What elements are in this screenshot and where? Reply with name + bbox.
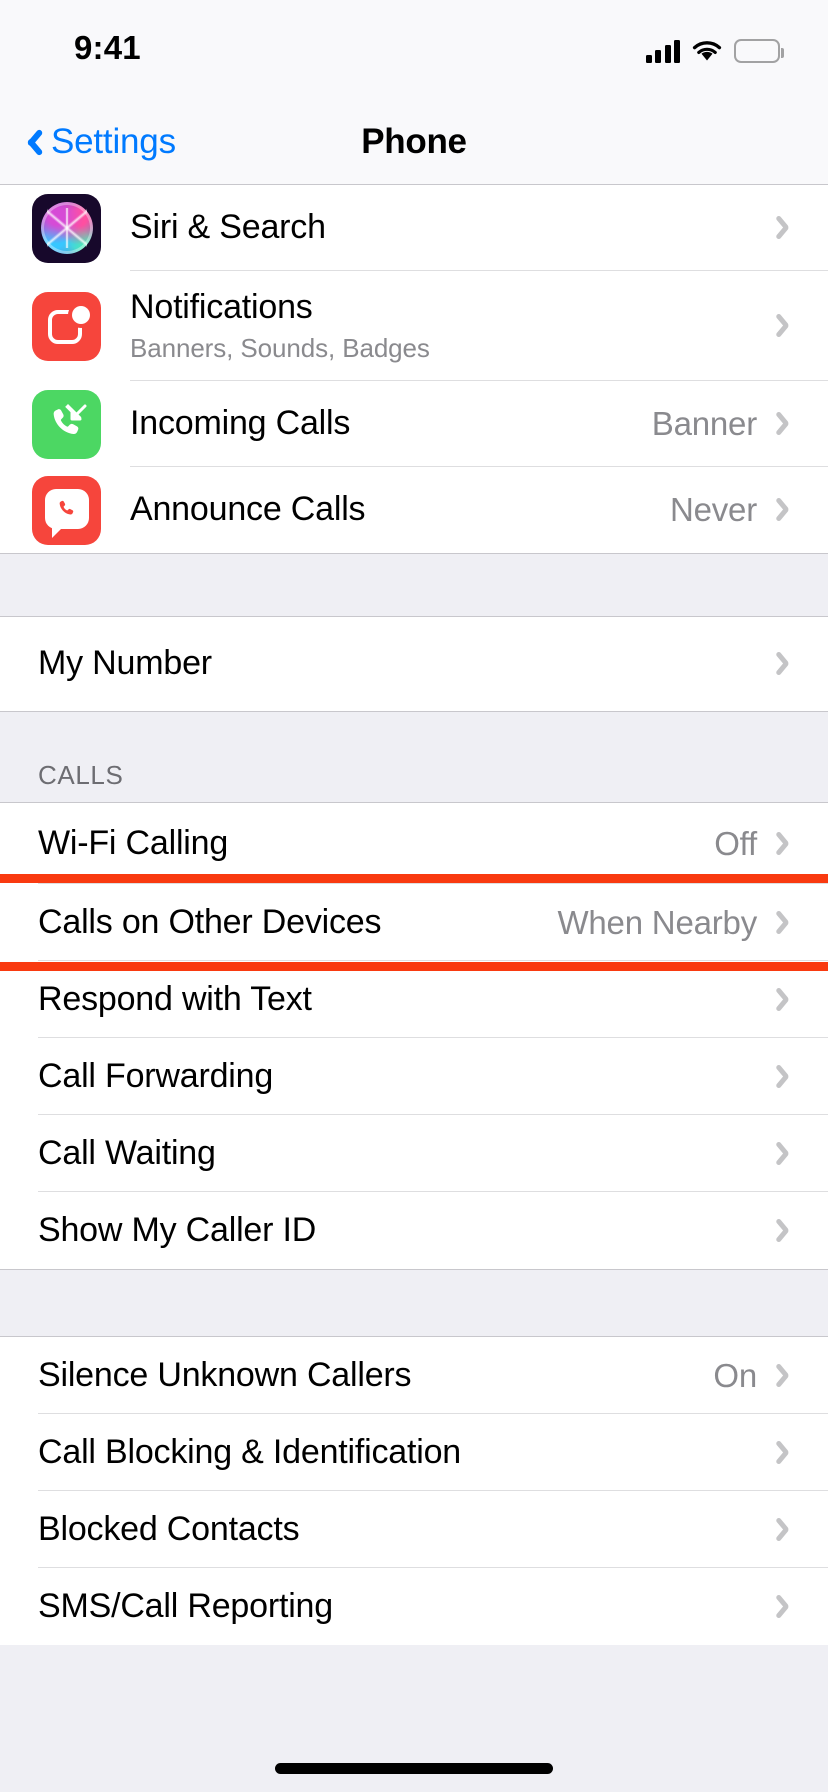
chevron-right-icon: [779, 1216, 796, 1246]
settings-row-call-waiting[interactable]: Call Waiting: [0, 1115, 828, 1192]
settings-row-sms-call-reporting[interactable]: SMS/Call Reporting: [0, 1568, 828, 1645]
settings-row-label: Call Forwarding: [38, 1056, 274, 1095]
settings-row-calls-on-other-devices[interactable]: Calls on Other Devices When Nearby: [0, 884, 828, 961]
settings-row-value: Never: [669, 491, 757, 528]
chevron-right-icon: [779, 1592, 796, 1622]
chevron-right-icon: [779, 1062, 796, 1092]
chevron-right-icon: [779, 1438, 796, 1468]
battery-icon: [734, 39, 784, 63]
settings-row-label: Siri & Search: [130, 208, 326, 247]
settings-row-announce-calls[interactable]: Announce Calls Never: [0, 467, 828, 553]
settings-row-value: Banner: [651, 405, 757, 442]
settings-list: Siri & Search Notifications Banners, Sou…: [0, 185, 828, 1645]
chevron-right-icon: [779, 213, 796, 243]
settings-row-silence-unknown-callers[interactable]: Silence Unknown Callers On: [0, 1337, 828, 1414]
status-bar-indicators: [645, 33, 784, 63]
notifications-icon: [32, 291, 101, 361]
settings-row-value: Off: [714, 824, 757, 862]
settings-row-label: Respond with Text: [38, 979, 312, 1018]
chevron-right-icon: [779, 985, 796, 1015]
row-text-stack: Notifications Banners, Sounds, Badges: [130, 288, 779, 364]
siri-icon: [32, 193, 101, 263]
group-spacer: [0, 553, 828, 617]
status-bar: 9:41: [0, 0, 828, 98]
settings-row-label: My Number: [38, 644, 212, 683]
settings-row-label: Incoming Calls: [130, 404, 351, 443]
settings-row-label: Announce Calls: [130, 490, 366, 529]
status-bar-time: 9:41: [74, 29, 141, 66]
settings-row-label: Show My Caller ID: [38, 1210, 317, 1249]
settings-row-label: Silence Unknown Callers: [38, 1355, 412, 1394]
section-header-calls: CALLS: [0, 711, 828, 803]
chevron-right-icon: [779, 829, 796, 859]
settings-group-blocking: Silence Unknown Callers On Call Blocking…: [0, 1337, 828, 1645]
settings-row-value: When Nearby: [557, 903, 757, 941]
settings-row-blocked-contacts[interactable]: Blocked Contacts: [0, 1491, 828, 1568]
chevron-right-icon: [779, 1515, 796, 1545]
settings-row-call-forwarding[interactable]: Call Forwarding: [0, 1038, 828, 1115]
settings-row-wifi-calling[interactable]: Wi-Fi Calling Off: [0, 803, 828, 884]
settings-row-label: Wi-Fi Calling: [38, 823, 229, 862]
chevron-right-icon: [779, 908, 796, 938]
page-title: Phone: [361, 121, 467, 161]
group-spacer: [0, 1269, 828, 1337]
settings-group-apps: Siri & Search Notifications Banners, Sou…: [0, 185, 828, 553]
settings-row-label: SMS/Call Reporting: [38, 1586, 333, 1625]
settings-row-respond-with-text[interactable]: Respond with Text: [0, 961, 828, 1038]
settings-group-calls: Wi-Fi Calling Off Calls on Other Devices…: [0, 803, 828, 1269]
chevron-right-icon: [779, 495, 796, 525]
cellular-signal-icon: [645, 39, 680, 63]
home-indicator-area: [0, 1732, 828, 1792]
settings-row-label: Calls on Other Devices: [38, 902, 382, 941]
chevron-right-icon: [779, 311, 796, 341]
settings-row-label: Blocked Contacts: [38, 1509, 300, 1548]
incoming-calls-icon: [32, 389, 101, 459]
chevron-right-icon: [779, 649, 796, 679]
settings-row-call-blocking-and-identification[interactable]: Call Blocking & Identification: [0, 1414, 828, 1491]
wifi-icon: [691, 39, 723, 63]
settings-row-incoming-calls[interactable]: Incoming Calls Banner: [0, 381, 828, 467]
chevron-right-icon: [779, 1361, 796, 1391]
settings-row-value: On: [713, 1356, 757, 1394]
settings-row-notifications[interactable]: Notifications Banners, Sounds, Badges: [0, 271, 828, 381]
arrow-down-left-icon: [68, 404, 87, 423]
settings-row-show-my-caller-id[interactable]: Show My Caller ID: [0, 1192, 828, 1269]
settings-row-my-number[interactable]: My Number: [0, 617, 828, 711]
navigation-bar: Settings Phone: [0, 98, 828, 185]
settings-row-subtitle: Banners, Sounds, Badges: [130, 333, 430, 364]
home-indicator[interactable]: [275, 1763, 553, 1774]
settings-row-label: Call Blocking & Identification: [38, 1432, 462, 1471]
settings-row-label: Call Waiting: [38, 1133, 216, 1172]
announce-calls-icon: [32, 475, 101, 545]
settings-row-label: Notifications: [130, 287, 313, 326]
settings-group-my-number: My Number: [0, 617, 828, 711]
chevron-right-icon: [779, 1139, 796, 1169]
settings-row-siri-and-search[interactable]: Siri & Search: [0, 185, 828, 271]
chevron-right-icon: [779, 409, 796, 439]
